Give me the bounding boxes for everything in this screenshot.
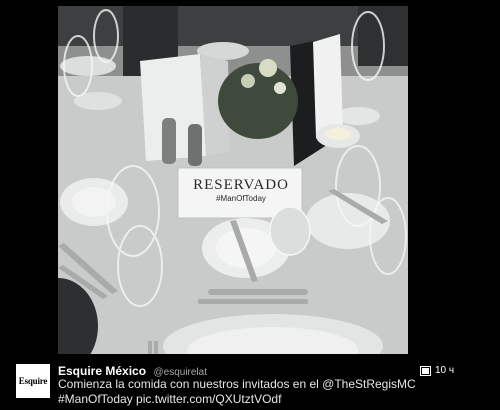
flower-centerpiece [218, 63, 298, 139]
salt-shaker [162, 118, 176, 164]
tweet-text: Comienza la comida con nuestros invitado… [58, 377, 438, 407]
pepper-shaker [188, 124, 202, 166]
butter [325, 128, 351, 140]
photo-icon [420, 365, 431, 376]
flower [274, 82, 286, 94]
flower [241, 74, 255, 88]
avatar[interactable]: Esquire [16, 364, 50, 398]
tweet-text-line: #ManOfToday pic.twitter.com/QXUtztVOdf [58, 392, 282, 406]
plate-far-left [60, 56, 116, 76]
table-scene [58, 6, 408, 354]
water-glass [269, 206, 311, 256]
avatar-logo: Esquire [18, 376, 48, 386]
flower [259, 59, 277, 77]
tweet-text-line: Comienza la comida con nuestros invitado… [58, 377, 416, 391]
display-name[interactable]: Esquire México [58, 364, 146, 378]
tweet-time[interactable]: 10 ч [420, 365, 454, 376]
tweet-bar: Esquire Esquire México @esquirelat Comie… [0, 356, 500, 410]
timestamp: 10 ч [435, 365, 455, 376]
menu-card-right [313, 34, 343, 138]
tweet-photo[interactable]: RESERVADO #ManOfToday [58, 6, 408, 354]
